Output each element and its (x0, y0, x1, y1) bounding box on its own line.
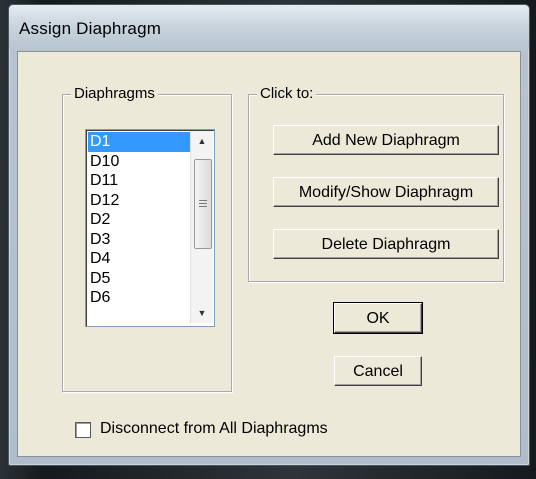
scroll-grip-icon (199, 200, 207, 201)
disconnect-all-checkbox[interactable] (75, 422, 91, 438)
diaphragm-list-item[interactable]: D10 (88, 152, 190, 172)
window-title: Assign Diaphragm (19, 19, 162, 38)
diaphragm-list-item[interactable]: D5 (88, 269, 190, 289)
diaphragms-group-label: Diaphragms (71, 85, 158, 102)
diaphragm-list-item[interactable]: D11 (88, 171, 190, 191)
diaphragm-list-item[interactable]: D1 (88, 132, 190, 152)
disconnect-all-label[interactable]: Disconnect from All Diaphragms (100, 420, 328, 438)
list-scrollbar[interactable]: ▲ ▼ (190, 131, 213, 323)
diaphragm-listbox[interactable]: D1 D10 D11 D12 D2 D3 D4 D5 D6 ▲ ▼ (85, 129, 215, 327)
click-to-group-label: Click to: (257, 85, 317, 102)
delete-diaphragm-button[interactable]: Delete Diaphragm (273, 229, 499, 259)
diaphragm-list-item[interactable]: D2 (88, 210, 190, 230)
dialog-window: Assign Diaphragm Diaphragms D1 D10 D11 D12 D… (8, 4, 530, 466)
dialog-body: Diaphragms D1 D10 D11 D12 D2 D3 D4 D5 D6 ▲ ▼ Cli… (17, 51, 521, 457)
scroll-grip-line (199, 206, 207, 207)
ok-button[interactable]: OK (333, 302, 423, 334)
title-bar[interactable]: Assign Diaphragm (9, 5, 529, 49)
scroll-grip-line (199, 203, 207, 204)
cancel-button[interactable]: Cancel (334, 356, 422, 386)
diaphragm-list-item[interactable]: D12 (88, 191, 190, 211)
modify-show-diaphragm-button[interactable]: Modify/Show Diaphragm (273, 177, 499, 207)
diaphragm-list: D1 D10 D11 D12 D2 D3 D4 D5 D6 (88, 132, 190, 308)
add-new-diaphragm-button[interactable]: Add New Diaphragm (273, 125, 499, 155)
scroll-up-arrow-icon[interactable]: ▲ (191, 131, 213, 151)
scroll-thumb[interactable] (194, 159, 212, 249)
diaphragms-groupbox: Diaphragms D1 D10 D11 D12 D2 D3 D4 D5 D6 ▲ ▼ (62, 85, 232, 392)
diaphragm-list-item[interactable]: D4 (88, 249, 190, 269)
click-to-groupbox: Click to: Add New Diaphragm Modify/Show … (248, 85, 504, 282)
diaphragm-list-item[interactable]: D3 (88, 230, 190, 250)
scroll-down-arrow-icon[interactable]: ▼ (191, 303, 213, 323)
diaphragm-list-item[interactable]: D6 (88, 288, 190, 308)
